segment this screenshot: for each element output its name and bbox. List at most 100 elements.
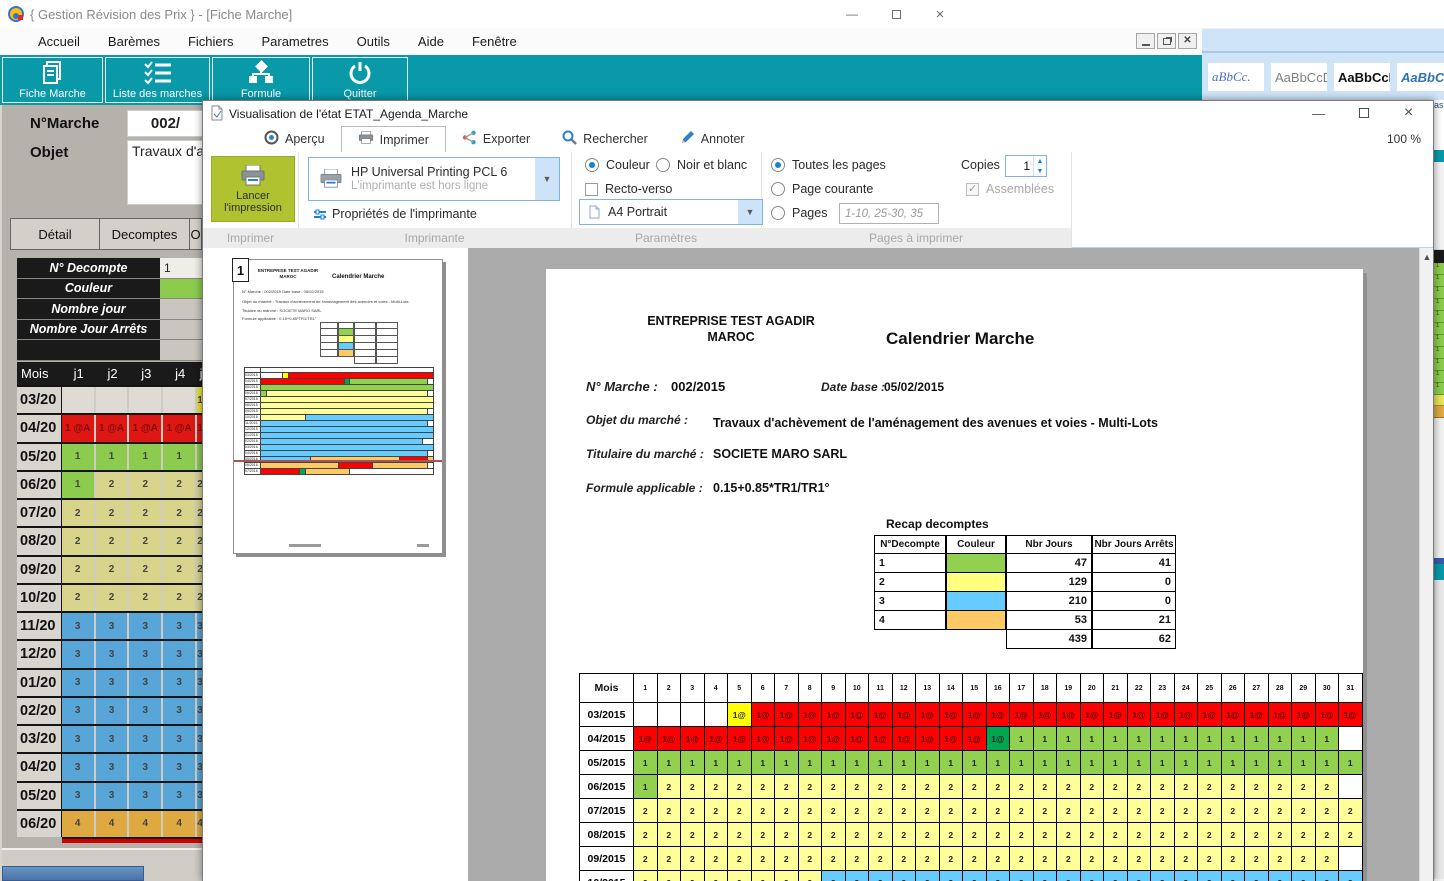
calendar-cell: 2 [1128,775,1152,799]
month-grid-cell: 2 [163,528,197,554]
calendar-cell: 1 [1057,727,1081,751]
mdi-minimize-button[interactable] [1136,33,1155,49]
mdi-close-button[interactable]: ✕ [1178,33,1197,49]
radio-couleur[interactable]: Couleur [585,158,650,172]
export-icon [462,130,477,148]
month-grid-cell: 1 [62,472,96,498]
thumb-recap-cell [376,357,398,364]
dialog-minimize-button[interactable]: — [1296,101,1341,125]
calendar-cell: 1@ [1010,703,1034,727]
printer-select[interactable]: HP Universal Printing PCL 6 L'imprimante… [308,157,560,201]
calendar-cell: 2 [752,799,776,823]
calendar-day-header: 22 [1128,673,1152,703]
word-style-card[interactable]: AaBbCcD [1271,63,1327,91]
calendar-cell [1339,847,1363,871]
word-style-card[interactable]: AaBbCcD [1334,63,1390,91]
background-taskbar-window[interactable] [2,866,144,881]
launch-print-button[interactable]: Lancer l'impression [211,156,295,222]
sliver-green-cell: 1 [1434,299,1444,311]
marche-field[interactable]: 002/ [127,110,202,137]
radio-page-courante[interactable]: Page courante [771,182,873,196]
calendar-cell: 3 [963,871,987,881]
info-value [160,320,202,341]
scroll-up-arrow[interactable]: ▲ [1420,248,1433,265]
menu-accueil[interactable]: Accueil [24,30,94,53]
copies-down-button[interactable]: ▼ [1034,166,1046,176]
thumb-recap-cell [376,322,398,329]
month-grid-cell: 2 [163,585,197,611]
calendar-cell: 2 [1151,823,1175,847]
radio-noir-et-blanc[interactable]: Noir et blanc [656,158,747,172]
calendar-cell: 2 [1245,799,1269,823]
word-style-card[interactable]: aBbCc. [1208,63,1264,91]
toolbar-quitter[interactable]: Quitter [312,57,408,103]
dialog-window-controls: — × [1296,101,1431,125]
copies-up-button[interactable]: ▲ [1034,156,1046,166]
zoom-level: 100 % [1387,132,1421,146]
tab-exporter[interactable]: Exporter [446,126,546,152]
menu-parametres[interactable]: Parametres [247,30,342,53]
calendar-cell: 2 [940,799,964,823]
thumbnail-page[interactable]: ENTREPRISE TEST AGADIR MAROC Calendrier … [233,259,443,554]
document-icon [40,58,66,88]
calendar-cell: 2 [681,775,705,799]
calendar-cell: 2 [799,871,823,881]
sliver-green-cell: 1 [1434,263,1444,275]
menu-fichiers[interactable]: Fichiers [174,30,248,53]
menu-outils[interactable]: Outils [343,30,404,53]
menu-bare-mes[interactable]: Barèmes [94,30,174,53]
annotate-icon [680,130,695,148]
calendar-cell: 1 [893,751,917,775]
recap-color-cell [946,554,1006,573]
radio-toutes-les-pages[interactable]: Toutes les pages [771,158,886,172]
main-titlebar[interactable]: { Gestion Révision des Prix } - [Fiche M… [0,0,1202,28]
tab-imprimer[interactable]: Imprimer [341,126,446,152]
month-grid-cell: 2 [129,472,163,498]
toolbar-fiche-marche[interactable]: Fiche Marche [2,57,103,103]
calendar-cell: 2 [658,799,682,823]
checkbox-assemblees[interactable]: Assemblées [966,182,1054,196]
dialog-maximize-button[interactable] [1341,101,1386,125]
calendar-cell: 2 [1269,799,1293,823]
calendar-cell: 2 [822,847,846,871]
checkbox-recto-verso[interactable]: Recto-verso [585,182,672,196]
month-grid-cell: 3 [96,613,130,639]
month-grid-cell: 2 [163,500,197,526]
menu-aide[interactable]: Aide [404,30,458,53]
tab-aperc-u[interactable]: Aperçu [248,126,341,152]
printer-properties-button[interactable]: Propriétés de l'imprimante [313,207,477,221]
printer-status: L'imprimante est hors ligne [351,180,507,193]
menu-fene-tre[interactable]: Fenêtre [458,30,531,53]
thumb-recap-cell [320,336,338,343]
objet-field[interactable]: Travaux d'a [127,140,202,205]
radio-pages[interactable]: Pages [771,206,827,220]
pages-range-input[interactable]: 1-10, 25-30, 35 [839,203,939,224]
copies-stepper[interactable]: 1 ▲ ▼ [1005,155,1047,177]
toolbar-liste-des-marches[interactable]: Liste des marches [105,57,210,103]
form-tab-decomptes[interactable]: Decomptes [100,218,190,250]
form-tab-o[interactable]: O [190,218,202,250]
dialog-close-button[interactable]: × [1386,101,1431,125]
recap-arrets-cell: 0 [1092,592,1176,611]
info-value [160,299,202,320]
tab-annoter[interactable]: Annoter [664,126,761,152]
paper-dropdown-arrow[interactable]: ▼ [738,200,762,224]
calendar-cell: 2 [1010,823,1034,847]
dialog-titlebar[interactable]: Visualisation de l'état ETAT_Agenda_Marc… [203,101,1433,126]
calendar-month-cell: 09/2015 [579,847,634,871]
word-style-card[interactable]: AaBbC [1397,63,1444,91]
mdi-restore-button[interactable] [1157,33,1176,49]
close-button[interactable]: × [918,4,962,24]
tab-rechercher[interactable]: Rechercher [546,126,664,152]
paper-format-select[interactable]: A4 Portrait ▼ [579,199,763,225]
printer-dropdown-arrow[interactable]: ▼ [535,158,559,200]
form-tab-de-tail[interactable]: Détail [10,218,100,250]
month-grid-cell: 2 [129,500,163,526]
preview-scrollbar[interactable]: ▲ [1419,248,1433,881]
calendar-cell: 1@ [869,703,893,727]
minimize-button[interactable]: — [830,4,874,24]
thumb-recap-cell [320,329,338,336]
month-cell: 06/20 [17,811,62,837]
maximize-button[interactable] [874,4,918,24]
toolbar-formule[interactable]: Formule [212,57,310,103]
